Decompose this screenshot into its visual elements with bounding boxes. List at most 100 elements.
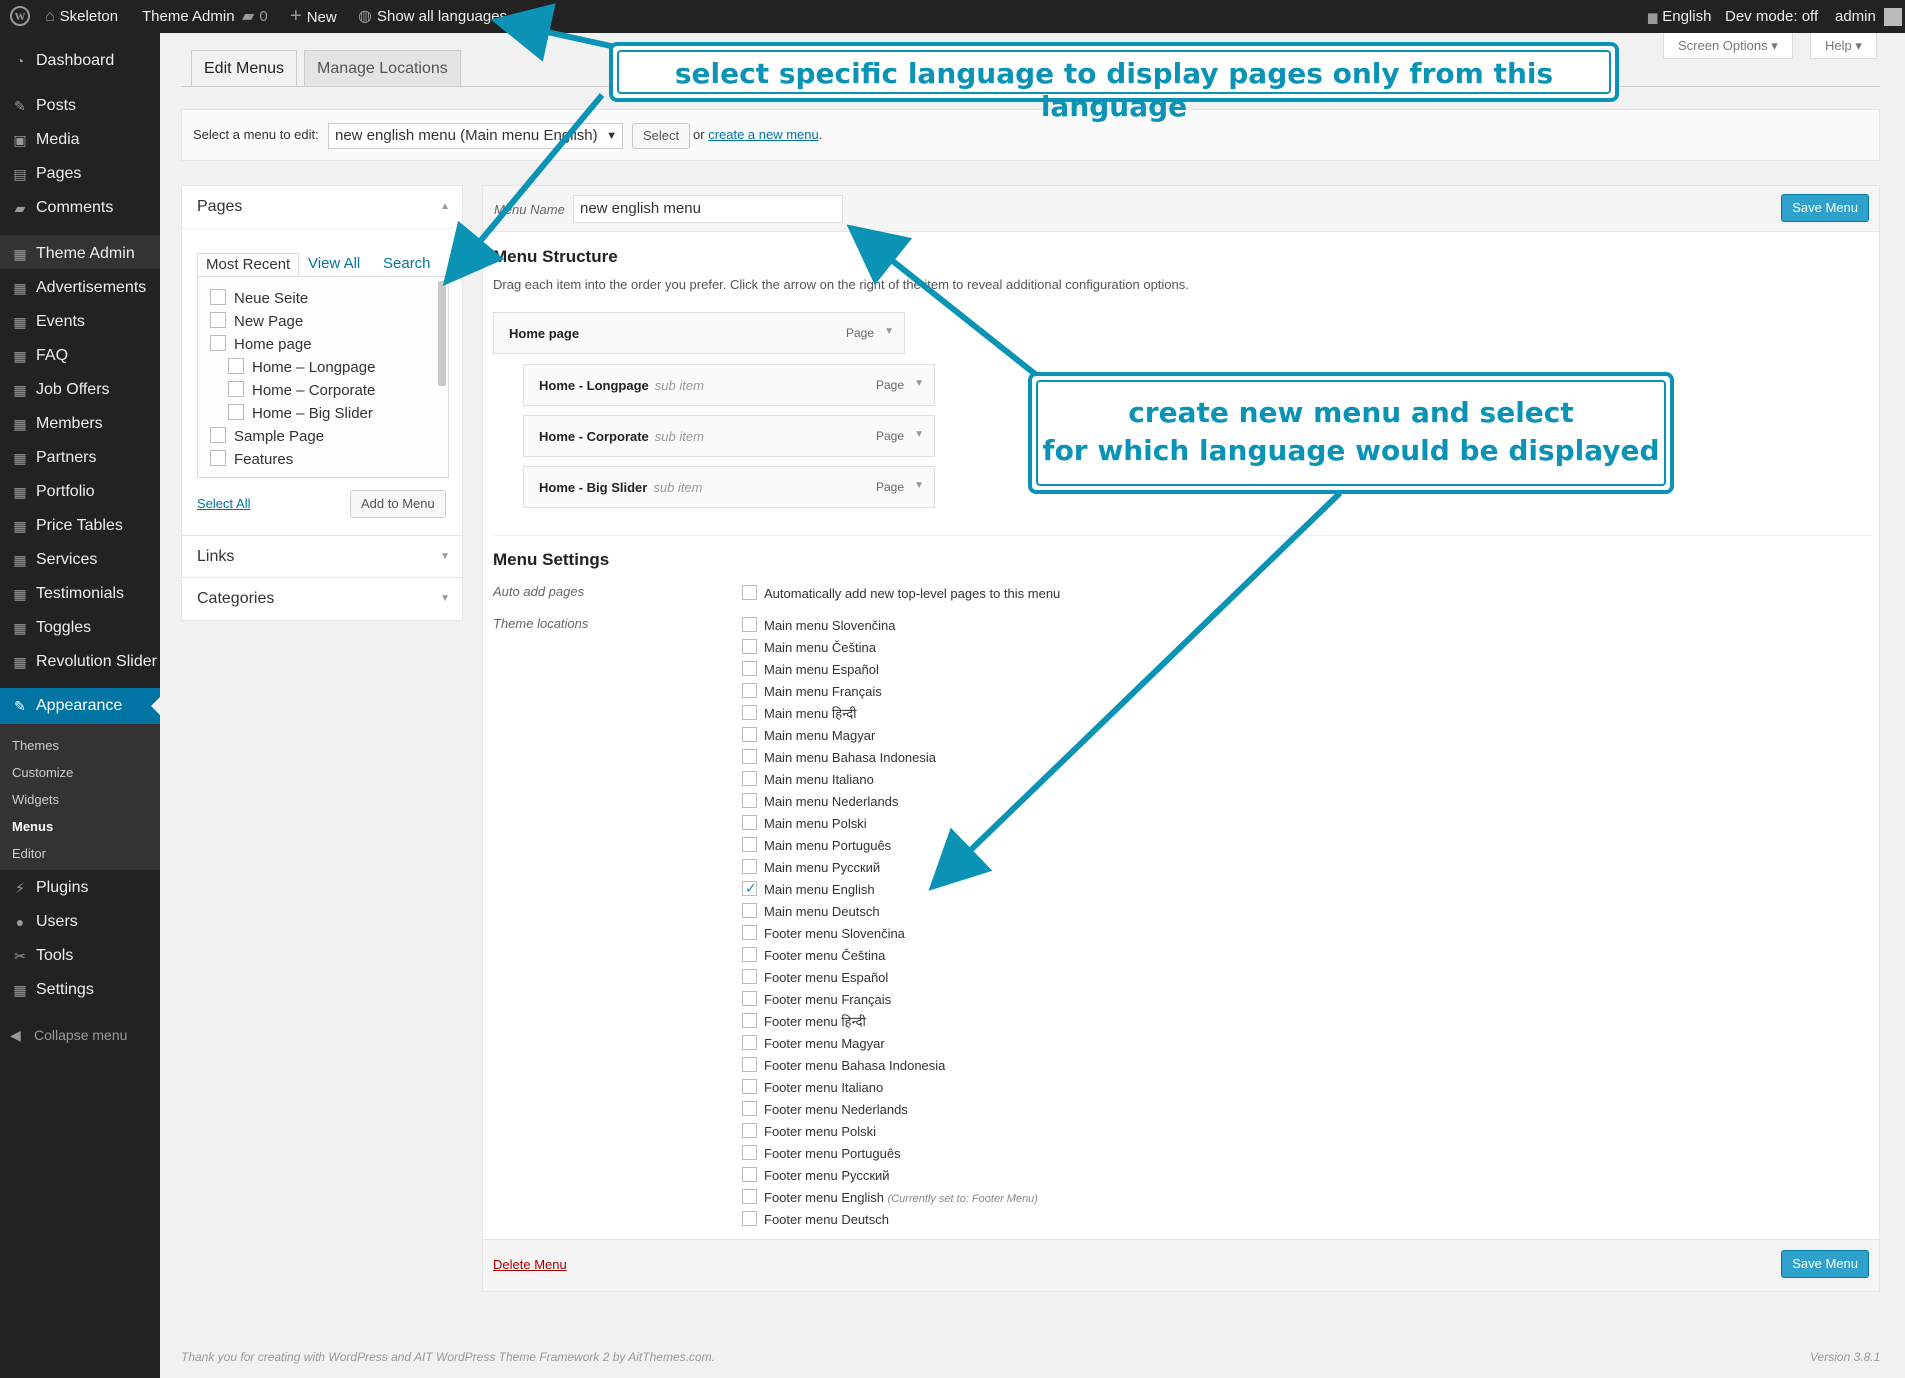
page-checklist-item[interactable]: New Page (210, 311, 303, 333)
dev-mode-link[interactable]: Dev mode: off (1725, 0, 1818, 33)
sidebar-item-appearance[interactable]: ✎ Appearance (0, 688, 160, 724)
new-content-link[interactable]: + New (290, 0, 337, 33)
theme-location-row[interactable]: Main menu Italiano (742, 769, 874, 791)
theme-location-row[interactable]: Footer menu Français (742, 989, 891, 1011)
sidebar-item-events[interactable]: ▦ Events (0, 305, 160, 339)
delete-menu-link[interactable]: Delete Menu (493, 1257, 567, 1272)
page-checklist-item[interactable]: Home – Big Slider (228, 403, 373, 425)
create-new-menu-link[interactable]: create a new menu (708, 127, 819, 142)
theme-location-checkbox[interactable] (742, 1013, 757, 1029)
page-checkbox[interactable] (228, 381, 244, 398)
page-checklist-item[interactable]: Sample Page (210, 426, 324, 448)
categories-metabox-title[interactable]: Categories (197, 578, 274, 620)
tab-manage-locations[interactable]: Manage Locations (304, 50, 461, 87)
menu-item[interactable]: Home - Corporate sub item Page ▼ (523, 415, 935, 457)
collapse-menu-button[interactable]: ◀ Collapse menu (0, 1020, 160, 1050)
sidebar-item-partners[interactable]: ▦ Partners (0, 441, 160, 475)
page-checkbox[interactable] (228, 404, 244, 421)
theme-location-checkbox[interactable] (742, 1211, 757, 1227)
page-checklist-item[interactable]: Features (210, 449, 293, 471)
theme-location-row[interactable]: Footer menu Español (742, 967, 888, 989)
page-checkbox[interactable] (210, 289, 226, 306)
tab-view-all[interactable]: View All (300, 253, 368, 277)
theme-location-row[interactable]: Main menu Deutsch (742, 901, 880, 923)
theme-location-row[interactable]: Footer menu Русский (742, 1165, 890, 1187)
page-checkbox[interactable] (210, 427, 226, 444)
current-language-link[interactable]: ▆ English (1648, 0, 1711, 33)
theme-admin-link[interactable]: Theme Admin (142, 0, 235, 33)
theme-location-row[interactable]: Main menu Magyar (742, 725, 875, 747)
page-checklist-item[interactable]: Home – Corporate (228, 380, 375, 402)
theme-location-checkbox[interactable] (742, 837, 757, 853)
sidebar-item-price-tables[interactable]: ▦ Price Tables (0, 509, 160, 543)
theme-location-checkbox[interactable] (742, 991, 757, 1007)
menu-name-input[interactable]: new english menu (573, 195, 843, 223)
chevron-down-icon[interactable]: ▼ (914, 378, 924, 389)
theme-location-row[interactable]: Main menu Polski (742, 813, 867, 835)
theme-location-row[interactable]: Main menu Français (742, 681, 882, 703)
theme-location-row[interactable]: Main menu Čeština (742, 637, 876, 659)
sidebar-item-media[interactable]: ▣ Media (0, 123, 160, 157)
theme-location-checkbox[interactable] (742, 859, 757, 875)
chevron-down-icon[interactable]: ▼ (884, 326, 894, 337)
chevron-down-icon[interactable]: ▼ (914, 429, 924, 440)
sidebar-item-users[interactable]: ● Users (0, 905, 160, 939)
chevron-down-icon[interactable]: ▼ (440, 536, 450, 578)
submenu-customize[interactable]: Customize (12, 760, 73, 786)
help-button[interactable]: Help ▾ (1810, 33, 1877, 59)
page-checklist-item[interactable]: Neue Seite (210, 288, 308, 310)
theme-location-checkbox[interactable] (742, 903, 757, 919)
theme-location-checkbox[interactable] (742, 1145, 757, 1161)
sidebar-item-services[interactable]: ▦ Services (0, 543, 160, 577)
theme-location-row[interactable]: Footer menu Bahasa Indonesia (742, 1055, 945, 1077)
page-checkbox[interactable] (228, 358, 244, 375)
theme-location-checkbox[interactable] (742, 639, 757, 655)
auto-add-checkbox-row[interactable]: Automatically add new top-level pages to… (742, 583, 1060, 605)
links-metabox-title[interactable]: Links (197, 536, 234, 578)
theme-location-row[interactable]: Main menu Nederlands (742, 791, 898, 813)
theme-location-checkbox[interactable] (742, 661, 757, 677)
theme-location-checkbox[interactable] (742, 1035, 757, 1051)
tab-most-recent[interactable]: Most Recent (197, 253, 300, 277)
theme-location-checkbox[interactable] (742, 1189, 757, 1205)
theme-location-checkbox[interactable] (742, 969, 757, 985)
theme-location-row[interactable]: Footer menu हिन्दी (742, 1011, 866, 1033)
save-menu-button-bottom[interactable]: Save Menu (1781, 1250, 1869, 1278)
user-account-link[interactable]: admin (1835, 0, 1903, 33)
chevron-down-icon[interactable]: ▼ (914, 480, 924, 491)
theme-location-row[interactable]: Main menu Русский (742, 857, 880, 879)
chevron-up-icon[interactable]: ▲ (440, 186, 450, 228)
page-checkbox[interactable] (210, 312, 226, 329)
screen-options-button[interactable]: Screen Options ▾ (1663, 33, 1793, 59)
sidebar-item-dashboard[interactable]: ◔ Dashboard (0, 44, 160, 78)
sidebar-item-comments[interactable]: ▰ Comments (0, 191, 160, 225)
theme-location-checkbox[interactable] (742, 749, 757, 765)
theme-location-checkbox[interactable] (742, 1167, 757, 1183)
auto-add-checkbox[interactable] (742, 585, 757, 601)
submenu-editor[interactable]: Editor (12, 841, 46, 867)
submenu-menus[interactable]: Menus (12, 814, 53, 840)
theme-location-row[interactable]: Footer menu Deutsch (742, 1209, 889, 1231)
theme-location-checkbox[interactable] (742, 727, 757, 743)
wordpress-logo-icon[interactable]: W (10, 0, 30, 33)
page-checkbox[interactable] (210, 335, 226, 352)
theme-location-checkbox[interactable] (742, 1079, 757, 1095)
menu-select[interactable]: new english menu (Main menu English) ▼ (328, 123, 623, 149)
theme-location-checkbox[interactable] (742, 683, 757, 699)
add-to-menu-button[interactable]: Add to Menu (350, 490, 446, 518)
sidebar-item-portfolio[interactable]: ▦ Portfolio (0, 475, 160, 509)
menu-item[interactable]: Home - Big Slider sub item Page ▼ (523, 466, 935, 508)
theme-location-checkbox[interactable] (742, 1057, 757, 1073)
sidebar-item-tools[interactable]: ✂ Tools (0, 939, 160, 973)
theme-location-row[interactable]: Main menu हिन्दी (742, 703, 856, 725)
chevron-down-icon[interactable]: ▼ (440, 578, 450, 620)
theme-location-row[interactable]: Main menu English (742, 877, 875, 901)
sidebar-item-advertisements[interactable]: ▦ Advertisements (0, 271, 160, 305)
theme-location-checkbox[interactable] (742, 1123, 757, 1139)
sidebar-item-revolution-slider[interactable]: ▦ Revolution Slider (0, 645, 160, 679)
menu-item[interactable]: Home - Longpage sub item Page ▼ (523, 364, 935, 406)
comments-link[interactable]: ▰ 0 (242, 0, 268, 33)
scrollbar-thumb[interactable] (438, 281, 446, 386)
theme-location-row[interactable]: Footer menu Slovenčina (742, 923, 905, 945)
theme-location-row[interactable]: Footer menu Čeština (742, 945, 885, 967)
